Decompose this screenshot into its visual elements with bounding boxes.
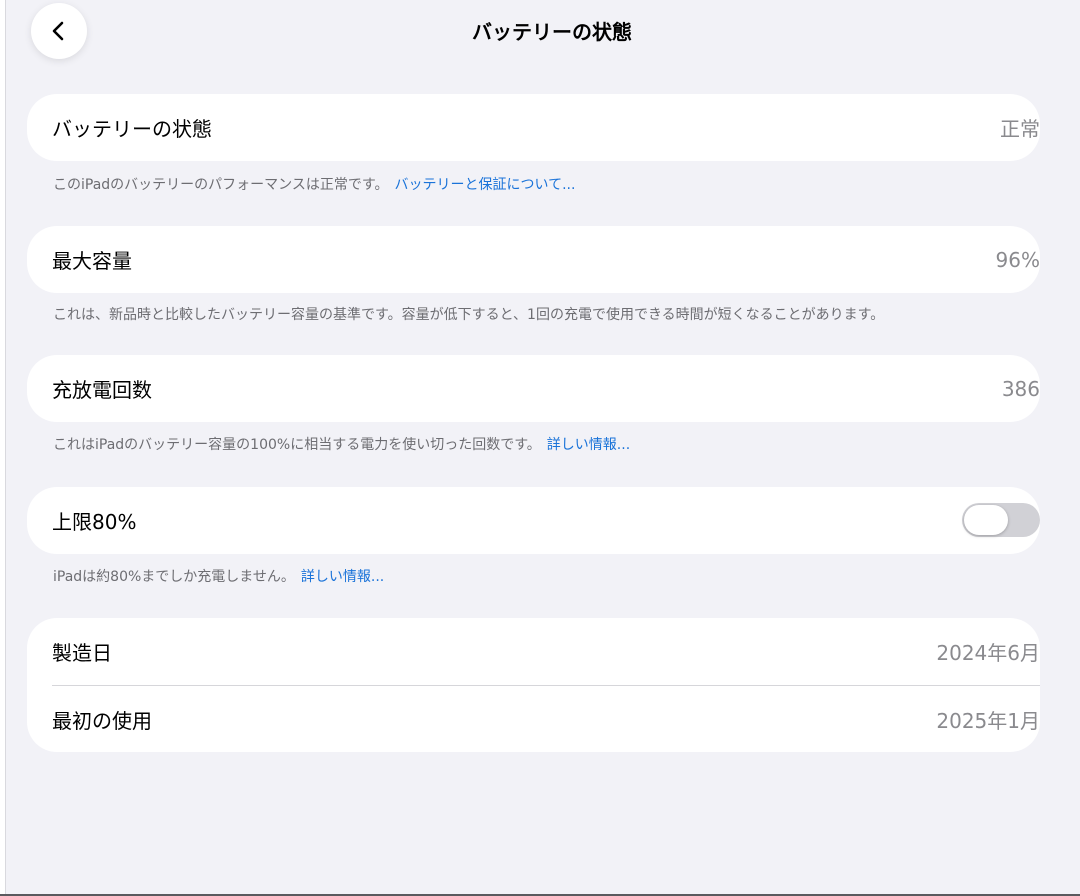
battery-health-footnote-text: このiPadのバッテリーのパフォーマンスは正常です。 — [53, 177, 389, 193]
cycle-count-footnote: これはiPadのバッテリー容量の100%に相当する電力を使い切った回数です。 詳し… — [53, 434, 630, 454]
first-use-label: 最初の使用 — [52, 708, 152, 733]
first-use-row: 最初の使用 2025年1月 — [27, 686, 1040, 752]
first-use-value: 2025年1月 — [936, 708, 1040, 733]
battery-health-label: バッテリーの状態 — [52, 117, 212, 141]
limit-80-card: 上限80% — [27, 487, 1040, 554]
manufacture-date-label: 製造日 — [52, 641, 112, 665]
max-capacity-card: 最大容量 96% — [27, 226, 1040, 293]
battery-health-footnote: このiPadのバッテリーのパフォーマンスは正常です。 バッテリーと保証について..… — [53, 174, 575, 194]
cycle-count-footnote-text: これはiPadのバッテリー容量の100%に相当する電力を使い切った回数です。 — [53, 437, 541, 453]
manufacture-date-row: 製造日 2024年6月 — [27, 618, 1040, 685]
cycle-count-value: 386 — [1001, 376, 1040, 401]
max-capacity-footnote: これは、新品時と比較したバッテリー容量の基準です。容量が低下すると、1回の充電で… — [53, 304, 884, 324]
limit-80-footnote: iPadは約80%までしか充電しません。 詳しい情報... — [53, 566, 384, 586]
max-capacity-footnote-text: これは、新品時と比較したバッテリー容量の基準です。容量が低下すると、1回の充電で… — [53, 307, 885, 323]
page-title: バッテリーの状態 — [472, 20, 632, 44]
max-capacity-row: 最大容量 96% — [27, 226, 1040, 293]
sidebar-edge — [0, 0, 6, 896]
max-capacity-value: 96% — [995, 247, 1040, 272]
cycle-count-label: 充放電回数 — [52, 378, 152, 402]
limit-80-row: 上限80% — [27, 487, 1040, 554]
battery-health-screen: バッテリーの状態 バッテリーの状態 正常 このiPadのバッテリーのパフォーマン… — [0, 0, 1080, 896]
cycle-count-card: 充放電回数 386 — [27, 355, 1040, 422]
battery-warranty-link[interactable]: バッテリーと保証について... — [395, 177, 576, 193]
battery-health-card: バッテリーの状態 正常 — [27, 94, 1040, 161]
battery-health-row[interactable]: バッテリーの状態 正常 — [27, 94, 1040, 161]
battery-health-value: 正常 — [1000, 117, 1040, 141]
toggle-knob — [964, 505, 1008, 535]
limit-80-toggle[interactable] — [962, 503, 1040, 537]
manufacture-date-value: 2024年6月 — [936, 641, 1040, 665]
dates-card: 製造日 2024年6月 最初の使用 2025年1月 — [27, 618, 1040, 752]
max-capacity-label: 最大容量 — [52, 249, 132, 273]
cycle-count-row: 充放電回数 386 — [27, 355, 1040, 422]
limit-80-label: 上限80% — [52, 510, 137, 534]
limit-80-footnote-text: iPadは約80%までしか充電しません。 — [53, 569, 295, 585]
limit-80-more-info-link[interactable]: 詳しい情報... — [301, 569, 384, 585]
cycle-count-more-info-link[interactable]: 詳しい情報... — [547, 437, 630, 453]
